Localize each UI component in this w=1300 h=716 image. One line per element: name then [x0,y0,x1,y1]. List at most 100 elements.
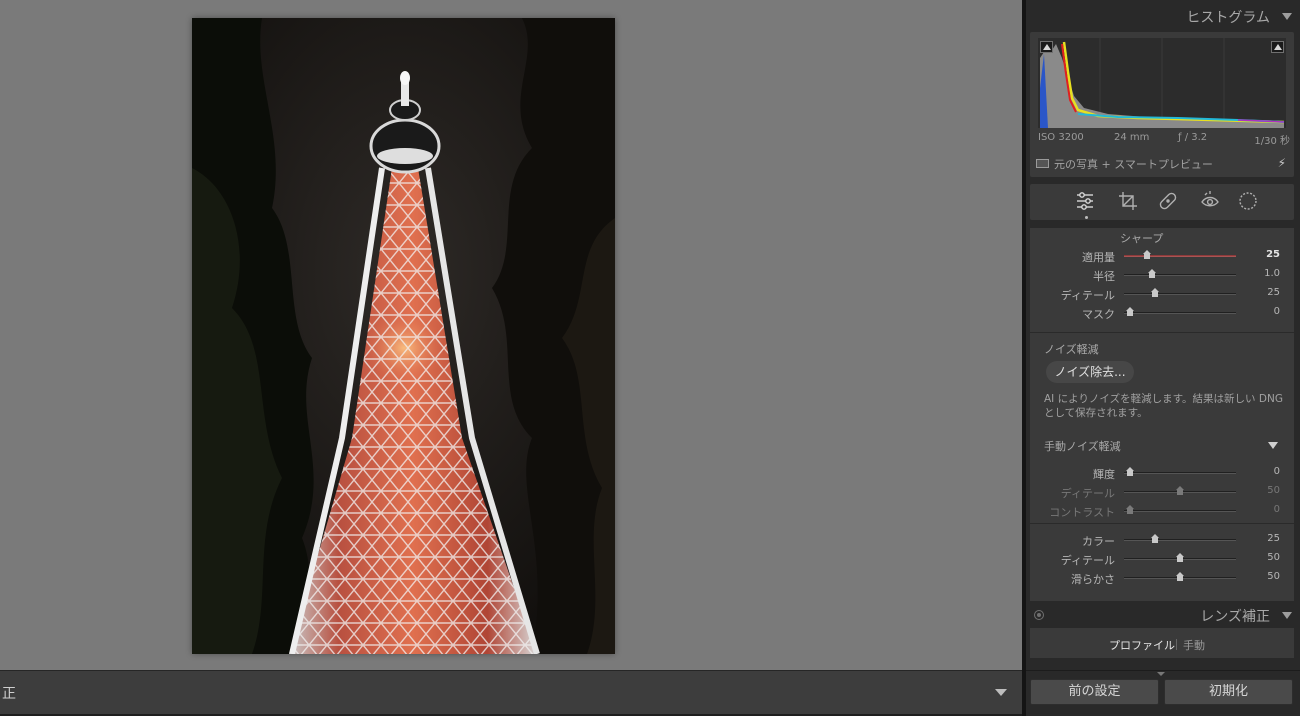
active-tool-indicator [1085,216,1088,219]
slider-value[interactable]: 1.0 [1264,268,1280,279]
lens-correction-title: レンズ補正 [1200,609,1270,625]
section-divider [1030,523,1294,524]
healing-icon[interactable] [1156,190,1180,212]
tab-manual[interactable]: 手動 [1183,637,1205,653]
manual-noise-header[interactable]: 手動ノイズ軽減 [1030,438,1294,454]
focal-length: 24 mm [1114,132,1150,143]
slider-track[interactable] [1124,312,1236,314]
panel-bottom-bar: 前の設定 初期化 [1026,670,1300,716]
slider-thumb[interactable] [1126,505,1134,514]
slider-track[interactable] [1124,274,1236,276]
slider-thumb[interactable] [1126,307,1134,316]
expand-triangle-icon [1268,442,1278,449]
histogram-graph[interactable] [1038,38,1286,128]
slider-label: 適用量 [1082,251,1115,264]
slider-value[interactable]: 50 [1267,552,1280,563]
triangle-down-icon [995,689,1007,696]
section-divider [1030,332,1294,333]
eye-icon[interactable] [1034,610,1044,620]
slider-thumb[interactable] [1148,269,1157,278]
slider-row[interactable]: 滑らかさ 50 [1030,570,1294,586]
lightning-bolt-icon[interactable]: ⚡ [1278,156,1286,170]
slider-value[interactable]: 25 [1267,533,1280,544]
slider-value[interactable]: 25 [1267,287,1280,298]
preview-label: 元の写真 + スマートプレビュー [1054,158,1213,171]
slider-label: ディテール [1060,487,1115,500]
histogram-title: ヒストグラム [1186,10,1270,26]
slider-value[interactable]: 50 [1267,485,1280,496]
aperture-value: ƒ / 3.2 [1178,132,1208,143]
collapse-triangle-icon [1282,612,1292,619]
histogram-panel: ISO 3200 24 mm ƒ / 3.2 1/30 秒 元の写真 + スマー… [1030,32,1294,177]
slider-value[interactable]: 0 [1274,504,1280,515]
toolbar-label: 正 [2,686,16,702]
highlight-clipping-toggle[interactable] [1271,41,1284,53]
histogram-curves [1040,38,1285,128]
slider-row[interactable]: 適用量 25 [1030,248,1294,264]
triangle-down-icon[interactable] [1157,672,1165,676]
slider-row[interactable]: 半径 1.0 [1030,267,1294,283]
noise-reduction-title: ノイズ軽減 [1044,343,1099,356]
slider-label: 滑らかさ [1071,573,1115,586]
slider-label: コントラスト [1049,506,1115,519]
histogram-header[interactable]: ヒストグラム [1026,2,1300,30]
slider-label: 半径 [1093,270,1115,283]
slider-label: カラー [1082,535,1115,548]
slider-thumb[interactable] [1142,250,1151,259]
slider-track[interactable] [1124,293,1236,295]
slider-value[interactable]: 0 [1274,306,1280,317]
slider-track[interactable] [1124,510,1236,512]
slider-thumb[interactable] [1176,486,1184,495]
shadow-clipping-toggle[interactable] [1040,41,1053,53]
slider-row[interactable]: マスク 0 [1030,305,1294,321]
photo-preview[interactable] [192,18,615,654]
slider-row[interactable]: ディテール 50 [1030,484,1294,500]
crop-icon[interactable] [1116,190,1140,212]
slider-thumb[interactable] [1176,572,1184,581]
slider-thumb[interactable] [1126,467,1134,476]
slider-value[interactable]: 0 [1274,466,1280,477]
slider-row[interactable]: コントラスト 0 [1030,503,1294,519]
exif-info: ISO 3200 24 mm ƒ / 3.2 1/30 秒 [1030,132,1294,148]
mask-icon[interactable] [1236,190,1260,212]
slider-label: マスク [1082,308,1115,321]
slider-thumb[interactable] [1151,534,1159,543]
ai-denoise-button[interactable]: ノイズ除去... [1046,361,1134,383]
tab-profile[interactable]: プロファイル [1109,637,1175,653]
edit-sliders-icon[interactable] [1073,190,1097,212]
slider-label: ディテール [1060,554,1115,567]
slider-track[interactable] [1124,539,1236,541]
tab-separator [1176,639,1177,650]
slider-track[interactable] [1124,472,1236,474]
slider-value[interactable]: 25 [1266,249,1280,260]
iso-value: ISO 3200 [1038,132,1084,143]
ai-denoise-note: AI によりノイズを軽減します。結果は新しい DNG として保存されます。 [1044,393,1283,419]
previous-settings-button[interactable]: 前の設定 [1030,679,1159,705]
slider-track[interactable] [1124,255,1236,257]
slider-label: ディテール [1060,289,1115,302]
redeye-icon[interactable] [1198,190,1222,212]
slider-row[interactable]: ディテール 25 [1030,286,1294,302]
smart-preview-icon [1036,159,1049,168]
shutter-speed: 1/30 秒 [1254,136,1290,147]
slider-row[interactable]: ディテール 50 [1030,551,1294,567]
tool-strip [1030,184,1294,220]
slider-label: 輝度 [1093,468,1115,481]
toolbar-menu-button[interactable] [988,679,1014,705]
bottom-toolbar: 正 [0,670,1022,714]
collapse-triangle-icon [1282,13,1292,20]
slider-row[interactable]: カラー 25 [1030,532,1294,548]
slider-row[interactable]: 輝度 0 [1030,465,1294,481]
reset-button[interactable]: 初期化 [1164,679,1293,705]
detail-panel: シャープ 適用量 25 半径 1.0 ディテール 25 マスク 0 ノイズ軽減 ノイズ除去..… [1030,228,1294,601]
lens-correction-header[interactable]: レンズ補正 [1026,601,1300,629]
manual-noise-title: 手動ノイズ軽減 [1044,440,1121,453]
tokyo-skytree-photo [192,18,615,654]
sharpening-title: シャープ [1120,232,1164,245]
slider-thumb[interactable] [1176,553,1184,562]
slider-value[interactable]: 50 [1267,571,1280,582]
preview-status: 元の写真 + スマートプレビュー ⚡ [1036,156,1288,172]
lens-tabs: プロファイル 手動 [1030,628,1294,658]
slider-thumb[interactable] [1151,288,1159,297]
image-viewer[interactable] [0,0,1022,670]
